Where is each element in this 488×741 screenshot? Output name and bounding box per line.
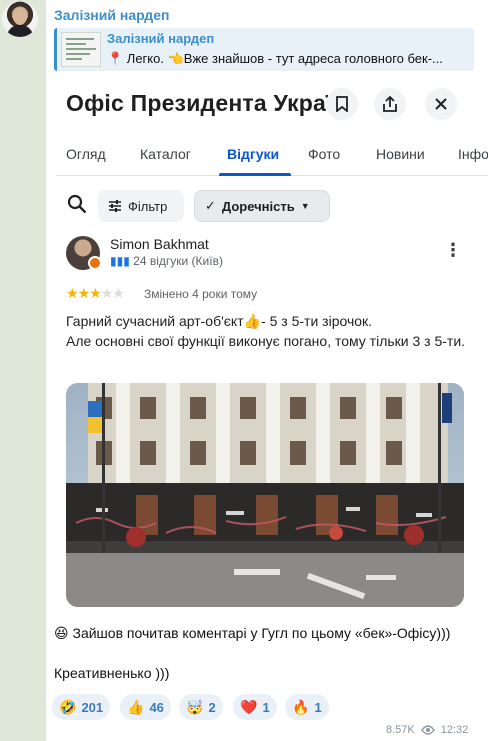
reply-thumbnail [61,32,101,67]
stats-icon: ▮▮▮ [110,254,130,268]
eye-icon [420,725,435,735]
message-caption: 😆 Зайшов почитав коментарі у Гугл по цьо… [54,625,451,681]
reply-preview[interactable]: Залізний нардеп 📍 Легко. 👈Вже знайшов - … [54,28,474,71]
reply-text: 📍 Легко. 👈Вже знайшов - тут адреса голов… [107,51,443,66]
sender-name[interactable]: Залізний нардеп [54,7,169,23]
tab-photos[interactable]: Фото [308,146,340,162]
reaction-heart[interactable]: ❤️ 1 [233,694,277,720]
check-icon: ✓ [205,198,216,213]
reaction-mind-blown[interactable]: 🤯 2 [179,694,223,720]
star-icon: ★ [112,285,125,301]
reaction-count: 1 [262,699,270,715]
fire-emoji-icon: 🔥 [292,698,310,715]
reaction-count: 2 [208,699,216,715]
building-photo-image [66,383,464,607]
star-icon: ★ [89,285,102,301]
review-date: Змінено 4 роки тому [144,287,258,301]
star-icon: ★ [100,285,114,301]
rofl-emoji-icon: 🤣 [59,698,77,715]
mind-blown-emoji-icon: 🤯 [186,698,204,715]
star-icon: ★ [77,285,91,301]
dropdown-arrow-icon: ▼ [300,201,310,211]
tune-icon [109,200,121,212]
local-guide-badge-icon [88,256,102,270]
reaction-count: 1 [314,699,322,715]
close-button[interactable] [425,88,457,120]
reaction-count: 46 [149,699,164,715]
message-time: 12:32 [440,724,469,736]
tab-reviews[interactable]: Відгуки [227,146,279,162]
maps-screenshot[interactable]: Офіс Президента Украї... Огляд Каталог В… [56,76,488,616]
bookmark-icon [336,96,348,112]
channel-avatar[interactable] [2,1,38,37]
tab-overview[interactable]: Огляд [66,146,106,162]
reaction-thumbs-up[interactable]: 👍 46 [120,694,171,720]
review-photo[interactable] [66,383,464,607]
place-title: Офіс Президента Украї... [66,90,353,116]
review-stars: ★★★★★ [66,285,125,302]
close-icon [435,98,447,110]
more-options-icon[interactable]: ⋮ [444,240,463,261]
reaction-fire[interactable]: 🔥 1 [285,694,329,720]
bookmark-button[interactable] [326,88,358,120]
review-text: Гарний сучасний арт-об'єкт👍- 5 з 5-ти зі… [66,313,466,349]
tab-info[interactable]: Інфо [458,146,488,162]
reaction-count: 201 [81,699,104,715]
sort-label: Доречність [221,198,295,214]
message-meta: 8.57K 12:32 [386,724,468,736]
tab-news[interactable]: Новини [376,146,425,162]
tab-catalog[interactable]: Каталог [140,146,191,162]
star-icon: ★ [66,285,79,301]
share-icon [383,95,397,112]
message-bubble: Залізний нардеп Залізний нардеп 📍 Легко.… [46,0,488,741]
active-tab-indicator [219,173,291,176]
heart-emoji-icon: ❤️ [240,698,258,715]
reply-title: Залізний нардеп [107,31,215,46]
view-count: 8.57K [386,724,415,736]
reviewer-name[interactable]: Simon Bakhmat [110,236,209,252]
reviewer-meta: ▮▮▮ 24 відгуки (Київ) [110,254,223,268]
avatar-face [13,8,27,25]
reaction-rofl[interactable]: 🤣 201 [52,694,111,720]
filter-label: Фільтр [128,198,168,214]
search-icon[interactable] [66,193,88,215]
share-button[interactable] [374,88,406,120]
thumbs-up-emoji-icon: 👍 [127,698,145,715]
place-tabs: Огляд Каталог Відгуки Фото Новини Інфо [56,138,488,176]
filter-button[interactable]: Фільтр [98,190,184,222]
avatar-figure [7,25,33,37]
sort-dropdown[interactable]: ✓ Доречність ▼ [194,190,330,222]
